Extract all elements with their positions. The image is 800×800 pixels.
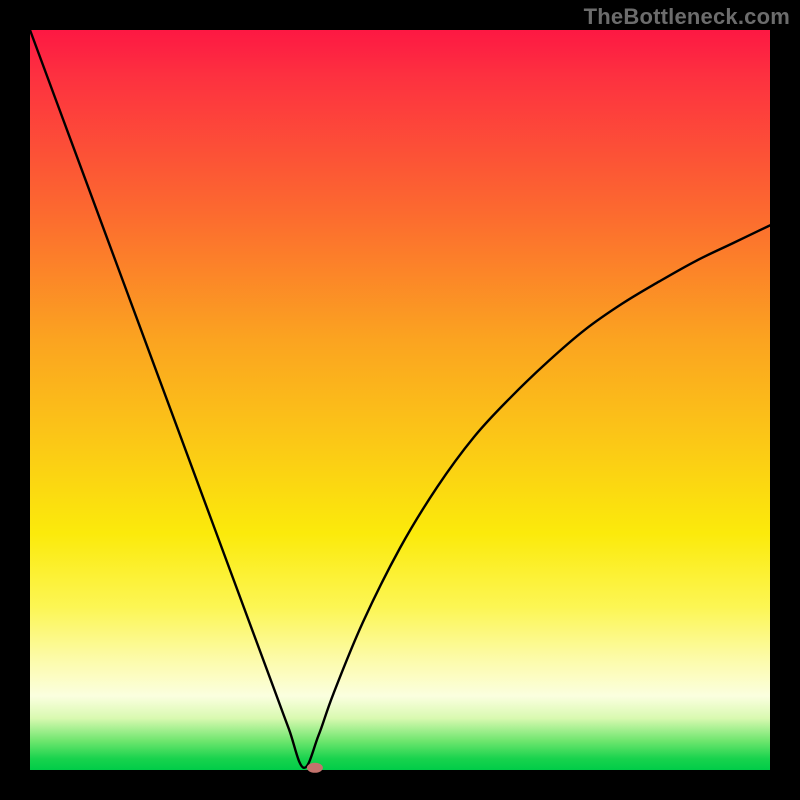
chart-frame: TheBottleneck.com — [0, 0, 800, 800]
bottleneck-curve — [30, 30, 770, 768]
optimum-marker — [307, 763, 323, 773]
plot-area — [30, 30, 770, 770]
curve-layer — [30, 30, 770, 770]
watermark-text: TheBottleneck.com — [584, 4, 790, 30]
